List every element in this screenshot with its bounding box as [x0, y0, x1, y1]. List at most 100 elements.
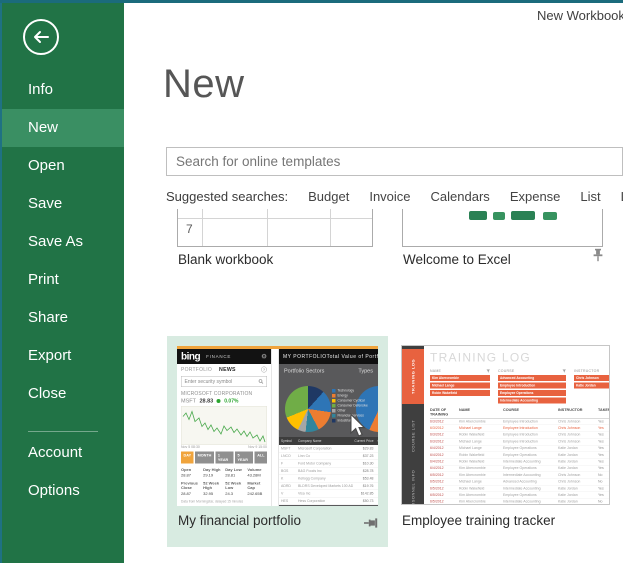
legend-label: Financial Services	[338, 414, 364, 418]
search-input[interactable]	[166, 147, 623, 176]
template-label-training-tracker: Employee training tracker	[402, 513, 555, 528]
range-button[interactable]: 5 YEAR	[235, 452, 253, 464]
stat-value: 28.81	[225, 473, 245, 478]
window-title: New Workbook	[537, 8, 623, 23]
tab-news: NEWS	[219, 367, 254, 373]
col-symbol: Symbol	[279, 439, 297, 443]
legend-item: Technology	[332, 389, 368, 393]
ticker-row: MSFT 28.83 0.07%	[181, 398, 267, 404]
slicer-header: NAME	[430, 369, 490, 374]
row-number: 7	[186, 222, 193, 236]
training-table-row: 6/3/2012 Michael Lange Employee Introduc…	[430, 425, 610, 432]
legend-swatch	[332, 399, 336, 403]
training-table-row: 6/4/2012 Robin Wakefield Employee Operat…	[430, 452, 610, 459]
axis-end: Nov 9 15:00	[248, 446, 267, 450]
financial-portfolio-thumbnail[interactable]: bing FINANCE ⚙ PORTFOLIO NEWS ? Enter se…	[177, 346, 378, 506]
sidebar-item-close[interactable]: Close	[0, 375, 124, 413]
sidebar-item-open[interactable]: Open	[0, 147, 124, 185]
my-portfolio-panel: MY PORTFOLIO Total Value of Portfol Port…	[279, 349, 378, 506]
stat-value: 32.95	[203, 491, 223, 496]
sidebar-item-options[interactable]: Options	[0, 472, 124, 510]
security-search-box: Enter security symbol	[181, 376, 267, 387]
slicer-header: INSTRUCTOR	[574, 369, 610, 374]
stat-cell: 52 Week High 32.95	[203, 481, 223, 496]
training-table-row: 6/3/2012 Michael Lange Employee Introduc…	[430, 439, 610, 446]
stock-stats: Open 28.87 Day High 29.19 Day Low 28.81	[181, 468, 267, 496]
instructor-slicer: INSTRUCTOR Chris JohnsonKatie Jordan	[574, 369, 610, 404]
suggested-search-link[interactable]: Invoice	[369, 189, 410, 204]
stat-cell: Day Low 28.81	[225, 468, 245, 478]
training-table-rows: 6/3/2012 Kim Abercrombie Employee Introd…	[430, 419, 610, 506]
bing-finance-preview: bing FINANCE ⚙ PORTFOLIO NEWS ? Enter se…	[177, 349, 378, 506]
sidebar-item-share[interactable]: Share	[0, 299, 124, 337]
back-arrow-icon	[32, 30, 50, 44]
suggested-search-link[interactable]: List	[580, 189, 600, 204]
grid-line	[178, 218, 372, 219]
portfolio-news-tabs: PORTFOLIO NEWS ?	[177, 364, 271, 375]
excel-backstage-new-page: New Workbook Info New Open Save Save As …	[0, 0, 623, 563]
suggested-search-links: BudgetInvoiceCalendarsExpenseListLoanS	[308, 189, 623, 204]
portfolio-sectors-pie-chart	[285, 386, 331, 432]
stock-chart	[181, 406, 267, 445]
sidebar-item-info[interactable]: Info	[0, 71, 124, 109]
holdings-row: BGS B&G Foods Inc $28.78	[279, 468, 378, 476]
suggested-search-link[interactable]: Calendars	[431, 189, 490, 204]
stat-label: Day High	[203, 468, 223, 473]
stat-cell: Open 28.87	[181, 468, 201, 478]
range-button[interactable]: 1 YEAR	[215, 452, 233, 464]
my-portfolio-title: MY PORTFOLIO	[283, 354, 327, 360]
slicer-chip: Katie Jordan	[574, 383, 610, 389]
legend-item: Energy	[332, 394, 368, 398]
pin-icon-portfolio-pinned[interactable]	[364, 516, 380, 534]
col-date: DATE OF TRAINING	[430, 408, 459, 417]
range-button[interactable]: DAY	[181, 452, 194, 464]
sidebar-item-account[interactable]: Account	[0, 434, 124, 472]
col-name: NAME	[459, 408, 503, 417]
training-table-row: 6/4/2012 Robin Wakefield Intermediate Ac…	[430, 459, 610, 466]
suggested-searches-label: Suggested searches:	[166, 189, 288, 204]
tab-portfolio: PORTFOLIO	[181, 367, 212, 373]
stat-label: Volume	[247, 468, 267, 473]
back-button[interactable]	[23, 19, 59, 55]
holdings-header: Symbol Company Name Current Price Cha	[279, 437, 378, 445]
slicer-chips: Kim AbercrombieMichael LangeRobin Wakefi…	[430, 375, 490, 396]
ticker-symbol: MSFT	[181, 398, 196, 404]
training-log-sheet: TRAINING LOG NAME Kim AbercrombieMichael…	[424, 346, 610, 505]
stat-value: 28.87	[181, 473, 201, 478]
stat-value: 24.3	[225, 491, 245, 496]
range-button[interactable]: MONTH	[195, 452, 214, 464]
page-title: New	[163, 62, 245, 107]
stat-value: 28.87	[181, 491, 201, 496]
suggested-search-link[interactable]: Budget	[308, 189, 349, 204]
filter-icon	[487, 370, 491, 374]
legend-label: Consumer Defensive	[338, 404, 368, 408]
slicer-chip: Employee Operations	[498, 390, 566, 396]
range-button[interactable]: ALL	[255, 452, 267, 464]
company-name: MICROSOFT CORPORATION	[181, 391, 267, 397]
data-disclaimer: Data from Morningstar, delayed 15 minute…	[181, 500, 267, 504]
training-table-row: 6/5/2012 Robin Wakefield Intermediate Ac…	[430, 485, 610, 492]
template-label-financial-portfolio: My financial portfolio	[178, 513, 301, 528]
holdings-rows: MSFT Microsoft Corporation $29.83 LNCO L…	[279, 445, 378, 505]
template-tile-welcome-to-excel[interactable]	[402, 209, 603, 247]
stat-label: Day Low	[225, 468, 245, 473]
legend-item: Consumer Defensive	[332, 404, 368, 408]
stat-cell: Previous Close 28.87	[181, 481, 201, 496]
legend-label: Other	[338, 409, 346, 413]
template-tile-blank-workbook[interactable]: 7	[177, 209, 373, 247]
legend-label: Energy	[338, 394, 348, 398]
col-taken: TAKEN	[598, 408, 610, 417]
slicer-title: COURSE	[498, 370, 514, 374]
stat-label: 52 Week High	[203, 481, 223, 490]
template-tile-training-tracker[interactable]: TRAINING LOG COURSE LIST PERSONNEL INFO …	[401, 345, 610, 505]
sidebar-item-export[interactable]: Export	[0, 337, 124, 375]
holdings-table: Symbol Company Name Current Price Cha MS…	[279, 437, 378, 505]
sidebar-item-new[interactable]: New	[0, 109, 124, 147]
slicer-chip: Advanced Accounting	[498, 375, 566, 381]
sidebar-item-save-as[interactable]: Save As	[0, 223, 124, 261]
suggested-search-link[interactable]: Expense	[510, 189, 561, 204]
sidebar-item-save[interactable]: Save	[0, 185, 124, 223]
training-log-table: DATE OF TRAINING NAME COURSE INSTRUCTOR …	[430, 408, 610, 506]
pin-icon-welcome-unpinned[interactable]	[592, 248, 604, 267]
sidebar-item-print[interactable]: Print	[0, 261, 124, 299]
